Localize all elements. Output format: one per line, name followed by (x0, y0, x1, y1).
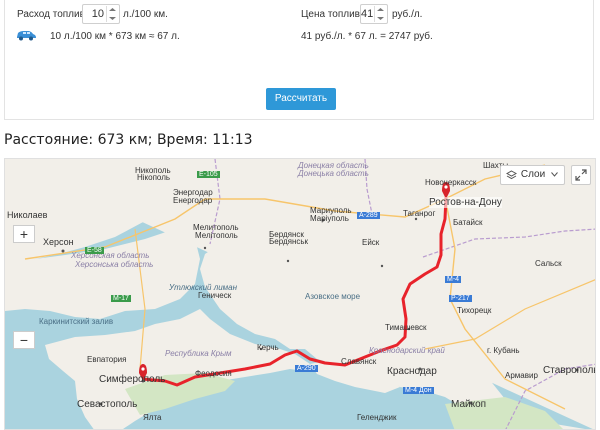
map-canvas[interactable] (5, 159, 596, 430)
fuel-consumption-label: Расход топлива (17, 9, 91, 20)
chevron-down-icon (551, 172, 558, 177)
zoom-in-button[interactable]: + (13, 225, 35, 243)
fuel-price-unit: руб./л. (392, 9, 423, 20)
fuel-cost-formula: 41 руб./л. * 67 л. = 2747 руб. (301, 31, 433, 42)
layers-icon (505, 170, 517, 180)
expand-icon (575, 169, 587, 181)
route-summary: Расстояние: 673 км; Время: 11:13 (4, 132, 253, 148)
spin-down-icon[interactable] (108, 15, 117, 22)
calculate-button[interactable]: Рассчитать (266, 88, 336, 110)
fuel-consumption-input[interactable]: 10 (82, 4, 120, 24)
spin-up-icon[interactable] (108, 6, 117, 13)
fuel-calculator-panel: Расход топлива 10 л./100 км. 10 л./100 к… (4, 0, 594, 120)
fuel-consumption-unit: л./100 км. (123, 9, 168, 20)
spin-up-icon[interactable] (376, 6, 385, 13)
fuel-price-input[interactable]: 41 (360, 4, 388, 24)
spin-down-icon[interactable] (376, 15, 385, 22)
fuel-amount-formula: 10 л./100 км * 673 км ≈ 67 л. (50, 31, 180, 42)
car-icon (17, 31, 36, 41)
route-map[interactable]: Николаев Херсон Херсонская область Херсо… (4, 158, 596, 430)
zoom-out-button[interactable]: − (13, 331, 35, 349)
layers-label: Слои (520, 169, 546, 180)
fuel-price-label: Цена топлива (301, 9, 366, 20)
layers-button[interactable]: Слои (499, 165, 565, 185)
fullscreen-button[interactable] (571, 165, 591, 185)
